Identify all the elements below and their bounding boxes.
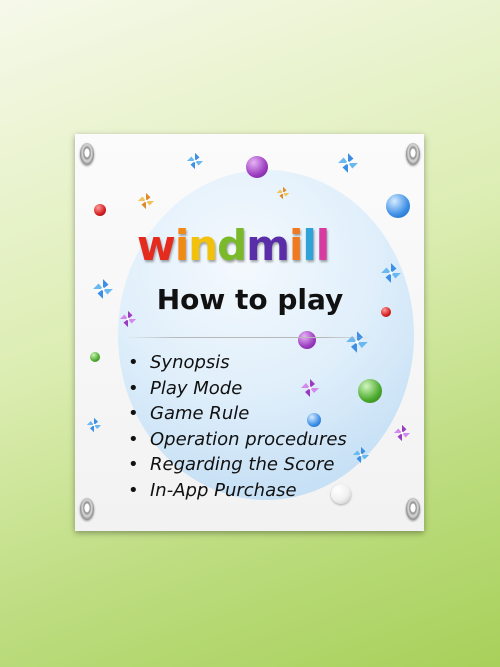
menu-item-label: Synopsis: [150, 352, 230, 373]
screw-icon: [80, 498, 94, 520]
windmill-logo: windmill: [137, 222, 367, 270]
bullet: •: [128, 454, 139, 475]
menu-item-label: In-App Purchase: [150, 479, 297, 501]
pinwheel-icon: [338, 153, 358, 173]
bullet: •: [128, 428, 139, 450]
menu-item-label: Play Mode: [150, 377, 243, 399]
menu-item-label: Regarding the Score: [150, 454, 335, 475]
logo-letter: i: [174, 221, 189, 270]
logo-letter: l: [302, 221, 316, 270]
menu-item-synopsis[interactable]: • Synopsis: [128, 350, 347, 376]
menu-item-label: Operation procedures: [150, 428, 347, 450]
green-ball: [358, 379, 382, 403]
bullet: •: [128, 377, 139, 399]
bullet: •: [128, 403, 139, 424]
logo-letter: m: [246, 221, 290, 270]
logo-letter: i: [288, 221, 303, 270]
menu-item-play-mode[interactable]: • Play Mode: [128, 376, 347, 402]
logo-letter: n: [188, 221, 218, 270]
screw-icon: [406, 143, 420, 165]
page-title: How to play: [156, 283, 344, 316]
pinwheel-icon: [86, 417, 102, 433]
pinwheel-icon: [381, 263, 401, 283]
menu-item-game-rule[interactable]: • Game Rule: [128, 401, 347, 427]
screw-icon: [80, 143, 94, 165]
bullet: •: [128, 479, 139, 501]
screw-icon: [406, 498, 420, 520]
menu-item-regarding-score[interactable]: • Regarding the Score: [128, 452, 347, 478]
blue-ball: [386, 194, 410, 218]
menu-item-label: Game Rule: [150, 403, 250, 424]
logo-letter: d: [217, 221, 247, 270]
help-menu: • Synopsis • Play Mode • Game Rule • Operati…: [128, 350, 347, 503]
purple-ball: [298, 331, 316, 349]
menu-item-in-app-purchase[interactable]: • In-App Purchase: [128, 478, 347, 504]
purple-ball: [246, 156, 268, 178]
red-ball: [94, 204, 106, 216]
pinwheel-icon: [186, 152, 204, 170]
pinwheel-icon: [346, 331, 368, 353]
pinwheel-icon: [137, 192, 155, 210]
logo-letter: w: [137, 221, 176, 270]
logo-letter: l: [315, 221, 330, 270]
pinwheel-icon: [276, 186, 290, 200]
bullet: •: [128, 352, 139, 373]
divider: [126, 337, 374, 338]
pinwheel-icon: [393, 424, 411, 442]
green-ball: [90, 352, 100, 362]
pinwheel-icon: [352, 446, 370, 464]
menu-item-operation-procedures[interactable]: • Operation procedures: [128, 427, 347, 453]
